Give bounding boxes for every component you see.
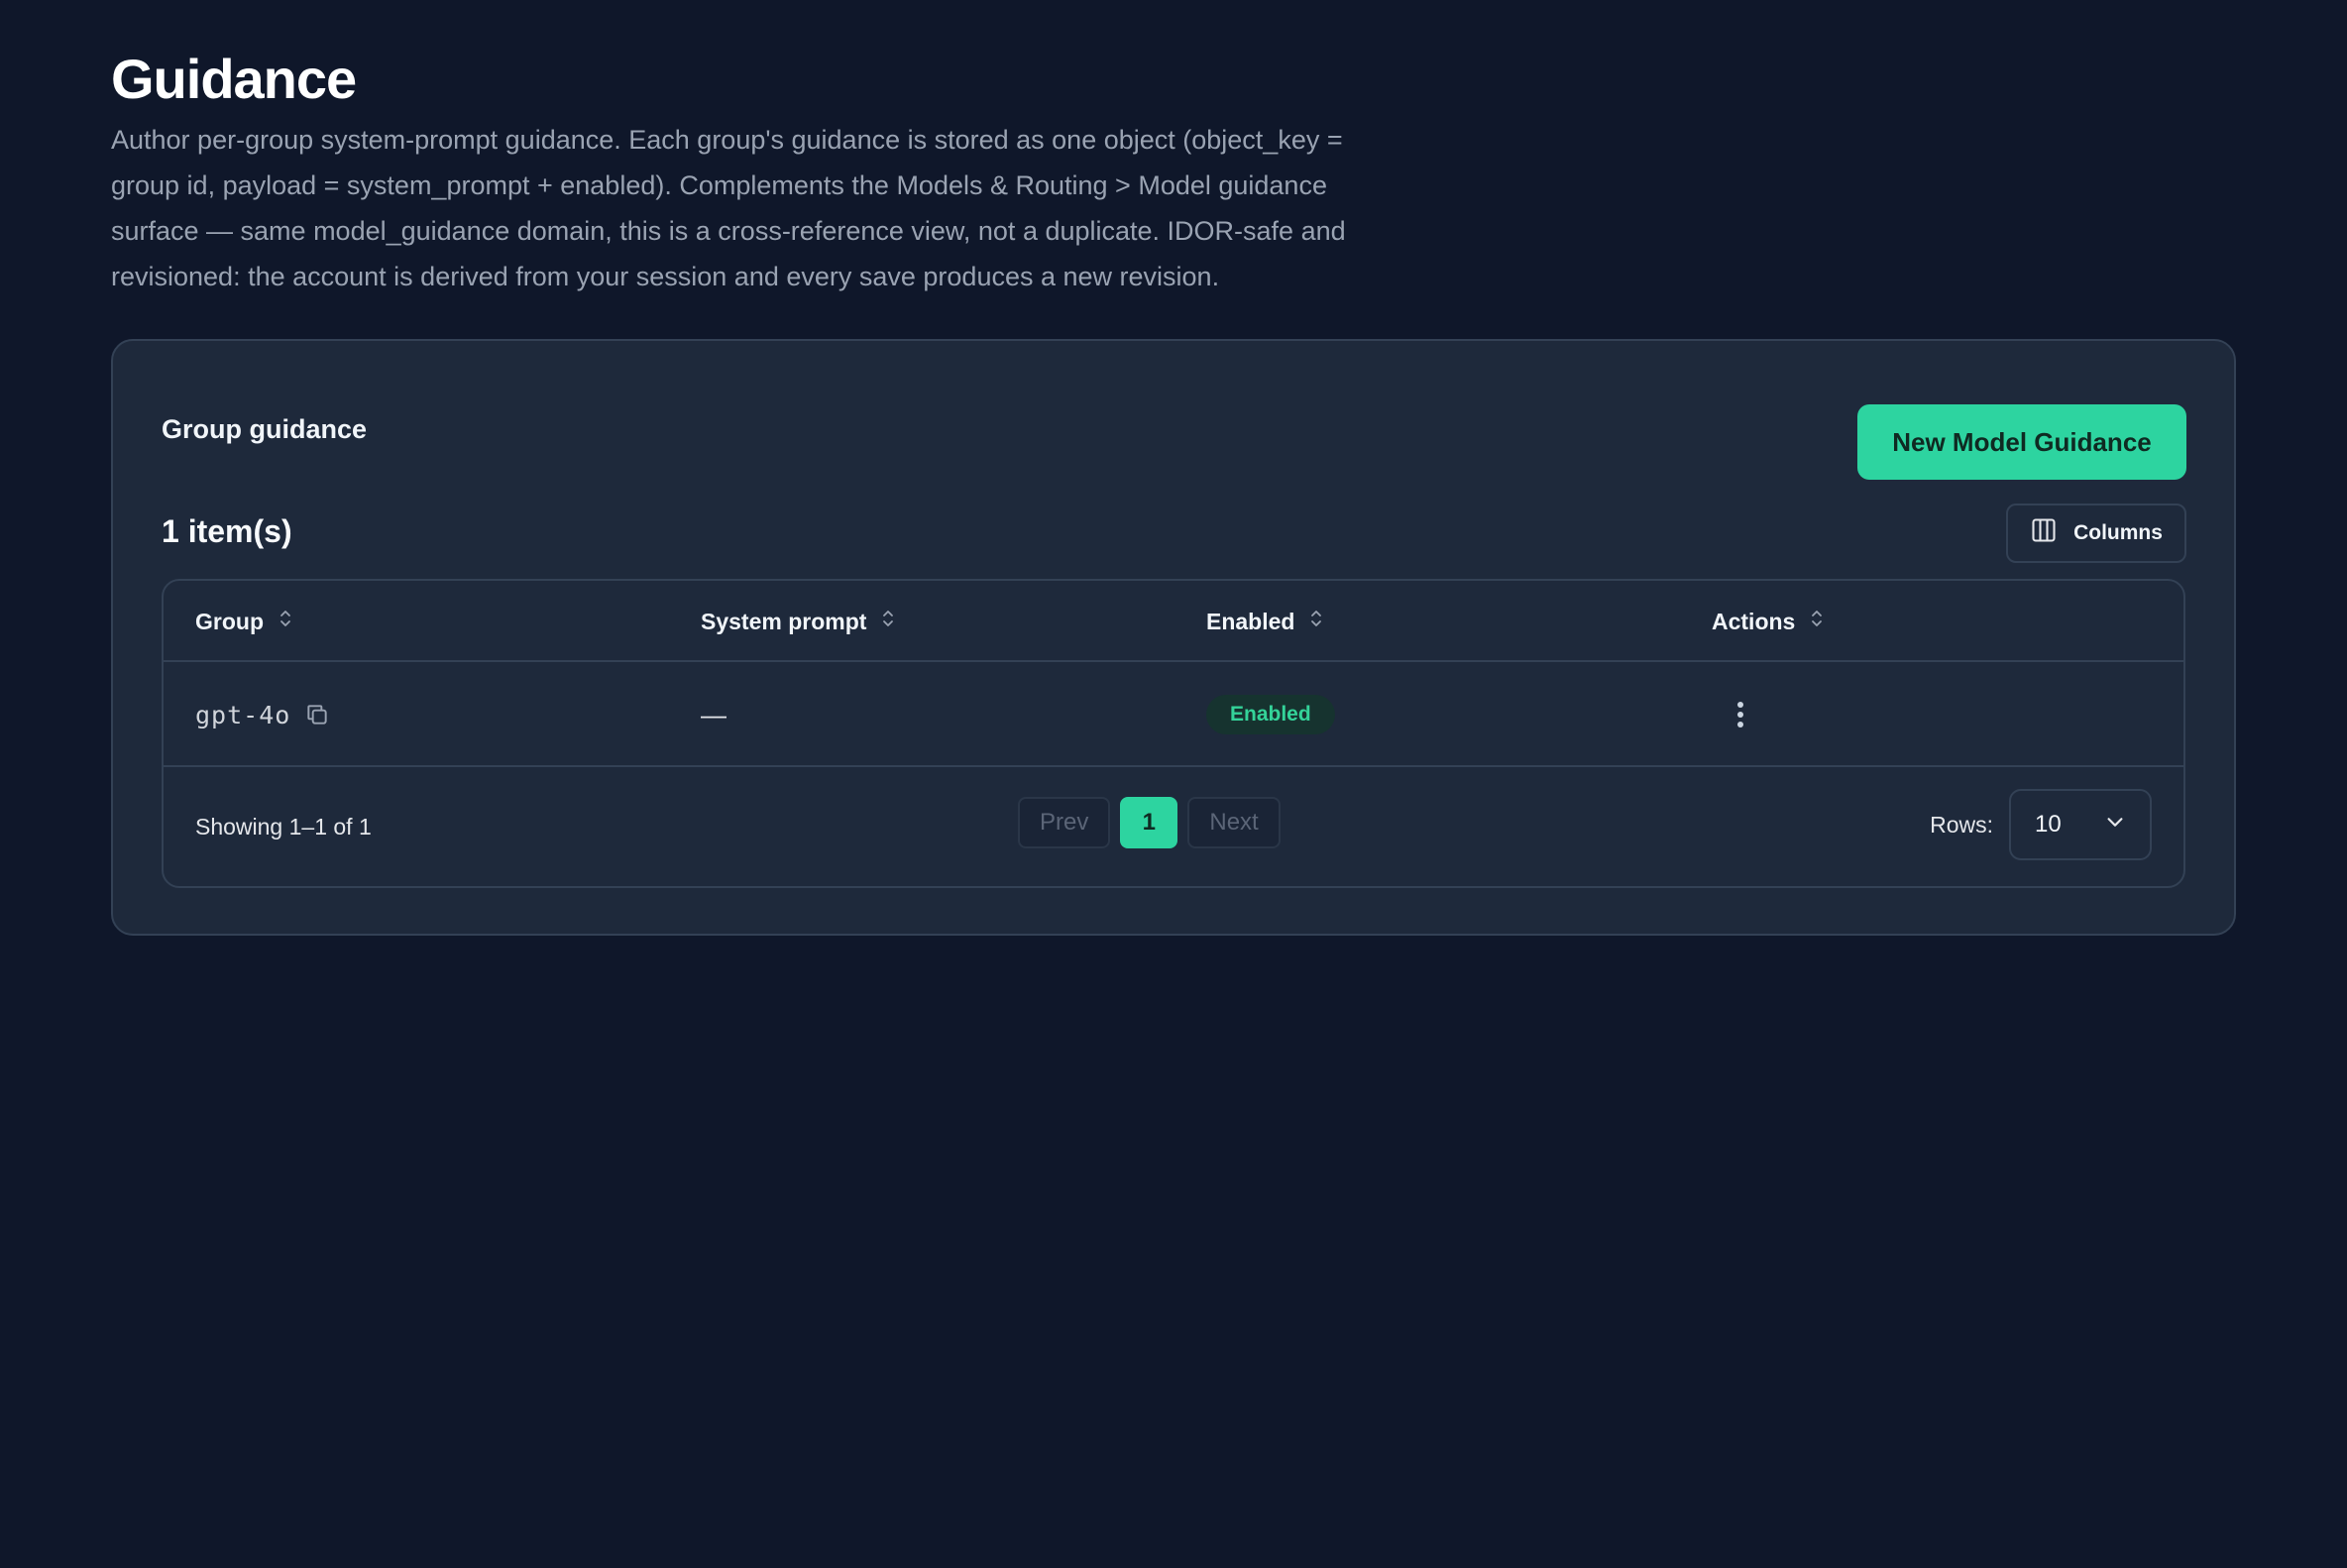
column-header-label: System prompt	[701, 608, 867, 634]
page-header: Guidance Author per-group system-prompt …	[111, 48, 2236, 299]
chevron-down-icon	[2104, 811, 2126, 840]
new-model-guidance-button[interactable]: New Model Guidance	[1857, 404, 2186, 480]
cell-group: gpt-4o	[195, 662, 330, 767]
group-guidance-card: Group guidance New Model Guidance 1 item…	[111, 339, 2236, 936]
column-header-label: Enabled	[1206, 608, 1295, 634]
page-description: Author per-group system-prompt guidance.…	[111, 125, 1346, 291]
rows-value: 10	[2035, 811, 2062, 838]
columns-icon	[2030, 516, 2058, 550]
pagination: Prev 1 Next	[1018, 797, 1281, 848]
cell-enabled: Enabled	[1206, 662, 1335, 767]
sort-icon	[1809, 608, 1825, 635]
sort-icon	[880, 608, 896, 635]
page-title: Guidance	[111, 48, 357, 110]
kebab-menu-icon[interactable]	[1735, 700, 1745, 729]
columns-button-label: Columns	[2073, 521, 2163, 544]
rows-per-page-select[interactable]: 10	[2009, 789, 2152, 860]
card-title: Group guidance	[162, 414, 368, 444]
cell-system-prompt: —	[701, 662, 726, 767]
column-header-group[interactable]: Group	[195, 581, 293, 662]
copy-icon[interactable]	[304, 702, 330, 728]
column-header-system-prompt[interactable]: System prompt	[701, 581, 896, 662]
next-page-button[interactable]: Next	[1187, 797, 1281, 848]
rows-per-page: Rows: 10	[1930, 789, 2152, 860]
guidance-table: Group System prompt Enabled Actions gpt-…	[162, 579, 2185, 888]
sort-icon	[278, 608, 293, 635]
group-id: gpt-4o	[195, 700, 291, 729]
table-header: Group System prompt Enabled Actions	[164, 581, 2183, 662]
page-1-button[interactable]: 1	[1120, 797, 1178, 848]
cell-actions	[1712, 662, 1745, 767]
column-header-actions[interactable]: Actions	[1712, 581, 1825, 662]
sort-icon	[1308, 608, 1324, 635]
rows-label: Rows:	[1930, 811, 1993, 838]
table-row: gpt-4o — Enabled	[164, 662, 2183, 767]
prev-page-button[interactable]: Prev	[1018, 797, 1111, 848]
columns-button[interactable]: Columns	[2006, 504, 2186, 563]
item-count: 1 item(s)	[162, 513, 292, 549]
showing-count: Showing 1–1 of 1	[195, 813, 372, 840]
column-header-label: Group	[195, 608, 264, 634]
status-badge: Enabled	[1206, 695, 1335, 734]
table-footer: Showing 1–1 of 1 Prev 1 Next Rows: 10	[164, 767, 2183, 886]
system-prompt-value: —	[701, 699, 726, 729]
column-header-enabled[interactable]: Enabled	[1206, 581, 1324, 662]
column-header-label: Actions	[1712, 608, 1796, 634]
